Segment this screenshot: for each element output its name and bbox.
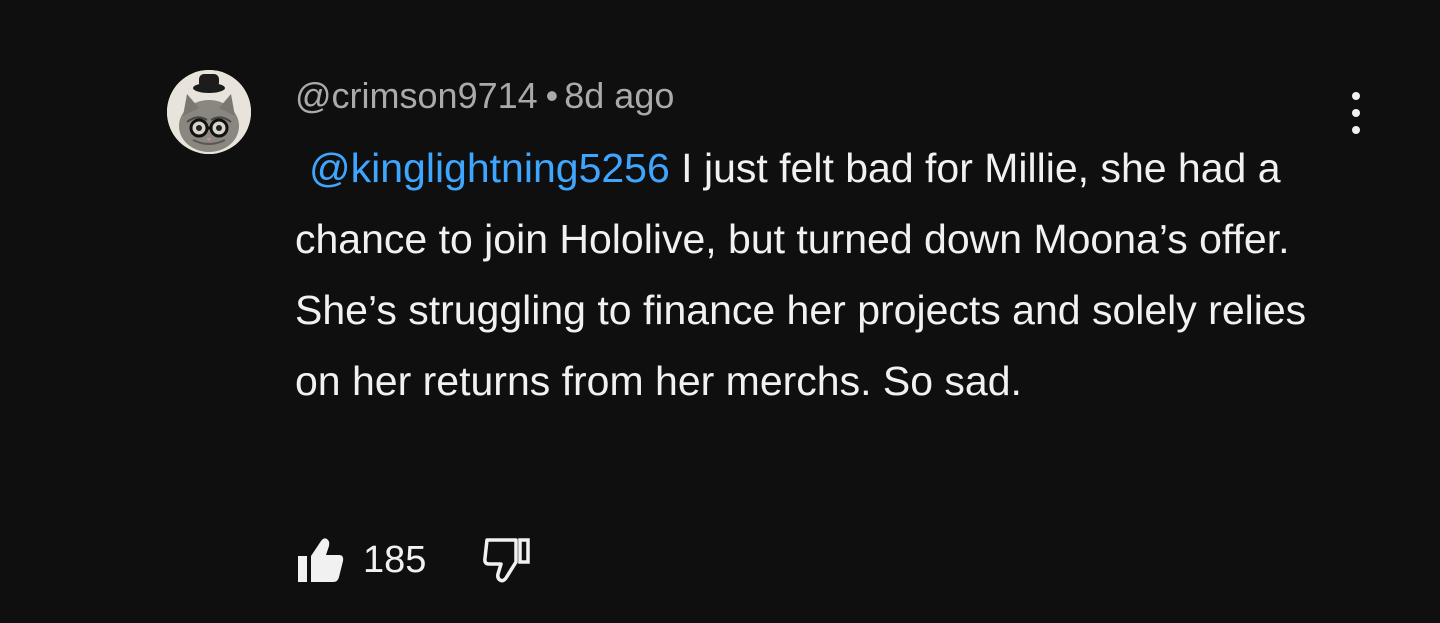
cat-avatar-icon [167,70,251,154]
more-options-button[interactable] [1336,90,1376,136]
comment: @crimson9714 • 8d ago @kinglightning5256 I… [0,0,1440,623]
more-vert-icon-dot [1352,92,1360,100]
thumbs-up-icon [298,538,344,582]
avatar[interactable] [167,70,251,154]
meta-separator: • [545,75,559,116]
comment-timestamp[interactable]: 8d ago [564,75,674,116]
mention-link[interactable]: @kinglightning5256 [309,145,670,191]
comment-meta: @crimson9714 • 8d ago [295,74,674,118]
like-button[interactable]: 185 [295,536,426,584]
comment-actions: 185 [295,535,532,585]
like-count: 185 [363,538,427,581]
author-name[interactable]: @crimson9714 [295,75,538,116]
dislike-button[interactable] [482,536,532,584]
thumbs-down-icon [483,538,531,583]
comment-text: @kinglightning5256 I just felt bad for M… [295,133,1355,417]
more-vert-icon-dot [1352,109,1360,117]
